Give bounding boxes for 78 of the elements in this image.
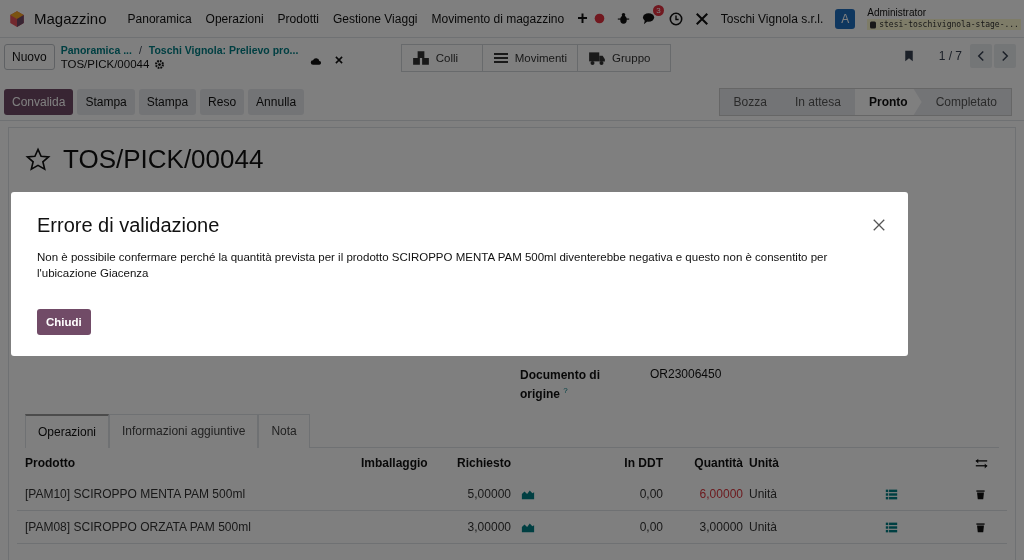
record-name: TOS/PICK/00044: [60, 58, 150, 70]
previous-button[interactable]: [970, 44, 992, 68]
column-header[interactable]: Quantità: [663, 456, 743, 470]
status-step[interactable]: Completato: [921, 89, 1011, 115]
dialog-message: Non è possibile confermare perché la quantità prevista per il prodotto SCIROPPO MENTA PAM 500ml diventerebbe negativa e questo non è consentito per l'ubicazione Giacenza: [37, 250, 829, 281]
details-list-icon: [885, 487, 898, 501]
close-button[interactable]: [872, 218, 886, 232]
action-button[interactable]: Convalida: [4, 89, 74, 115]
user-name: Administrator: [867, 7, 928, 18]
database-icon: [869, 20, 878, 29]
trash-icon: [975, 488, 986, 500]
record-dot-icon: [593, 13, 605, 24]
menu-item[interactable]: Panoramica: [120, 11, 199, 26]
table-cell-text: [PAM08] SCIROPPO ORZATA PAM 500ml: [25, 520, 252, 534]
status-step[interactable]: Bozza: [719, 89, 781, 115]
sliders-icon: [975, 456, 988, 470]
breadcrumb-link[interactable]: Toschi Vignola: Prelievo pro...: [148, 44, 299, 56]
user-avatar[interactable]: A: [835, 8, 856, 29]
breadcrumb-link[interactable]: Panoramica ...: [60, 44, 132, 56]
tab[interactable]: Nota: [258, 414, 310, 448]
menu-item[interactable]: Gestione Viaggi: [325, 11, 425, 26]
database-label: stesi-toschivignola-stage-...: [867, 19, 1021, 30]
table-cell-text: 3,00000: [698, 520, 743, 534]
company-name[interactable]: Toschi Vignola s.r.l.: [720, 11, 824, 26]
record-title: TOS/PICK/00044: [63, 144, 264, 175]
trash-icon: [975, 521, 986, 533]
gear-icon: [154, 58, 166, 70]
close-icon: [872, 218, 886, 232]
table-cell-text: Unità: [748, 487, 778, 501]
table-cell-text: [PAM10] SCIROPPO MENTA PAM 500ml: [25, 487, 247, 501]
column-header[interactable]: Richiesto: [431, 456, 511, 470]
app-logo-icon: [8, 9, 26, 28]
details-list-icon: [885, 520, 898, 534]
next-button[interactable]: [994, 44, 1016, 68]
status-step[interactable]: Pronto: [854, 89, 922, 115]
new-button[interactable]: Nuovo: [4, 44, 55, 70]
field-label: Documento di origine $^{?}$: [520, 367, 601, 402]
column-header[interactable]: In DDT: [561, 456, 663, 470]
table-cell-text: 5,00000: [466, 487, 511, 501]
cloud-upload-icon: [310, 55, 323, 67]
action-button[interactable]: Stampa: [138, 89, 197, 115]
action-button[interactable]: Stampa: [77, 89, 135, 115]
status-step[interactable]: In attesa: [780, 89, 855, 115]
table-cell-text: Unità: [748, 520, 778, 534]
tab[interactable]: Informazioni aggiuntive: [109, 414, 259, 448]
pager-value: 1 / 7: [938, 49, 962, 63]
column-header[interactable]: Prodotto: [25, 456, 361, 470]
close-dialog-button[interactable]: Chiudi: [37, 309, 91, 335]
chat-icon: [641, 11, 657, 26]
table-cell-text: 0,00: [638, 520, 663, 534]
boxes-icon: [411, 49, 430, 67]
message-count-badge: 3: [653, 5, 664, 16]
breadcrumb-separator: /: [138, 44, 142, 56]
column-header[interactable]: Imballaggio: [361, 456, 431, 470]
bug-icon: [616, 12, 630, 25]
action-button[interactable]: Annulla: [248, 89, 305, 115]
smart-button[interactable]: Gruppo: [578, 45, 671, 71]
tab[interactable]: Operazioni: [25, 414, 110, 448]
field-value: OR23006450: [650, 367, 723, 381]
smart-button[interactable]: Colli: [401, 45, 483, 71]
menu-item[interactable]: Prodotti: [270, 11, 326, 26]
action-button[interactable]: Reso: [200, 89, 245, 115]
table-cell-text: 6,00000: [698, 487, 743, 501]
truck-icon: [588, 49, 607, 67]
menu-item[interactable]: Movimento di magazzino: [424, 11, 572, 26]
dialog-title: Errore di validazione: [37, 214, 220, 237]
app-name[interactable]: Magazzino: [34, 10, 107, 27]
clock-icon: [668, 11, 683, 26]
menu-item[interactable]: Operazioni: [198, 11, 271, 26]
smart-button[interactable]: Movimenti: [482, 45, 579, 71]
list-icon: [492, 50, 509, 66]
column-header[interactable]: Unità: [743, 456, 801, 470]
star-icon[interactable]: [25, 146, 51, 173]
close-icon: [334, 55, 345, 65]
table-cell-text: 0,00: [638, 487, 663, 501]
table-cell-text: 3,00000: [466, 520, 511, 534]
add-menu-button[interactable]: +: [571, 8, 594, 29]
bookmark-icon: [902, 50, 915, 62]
